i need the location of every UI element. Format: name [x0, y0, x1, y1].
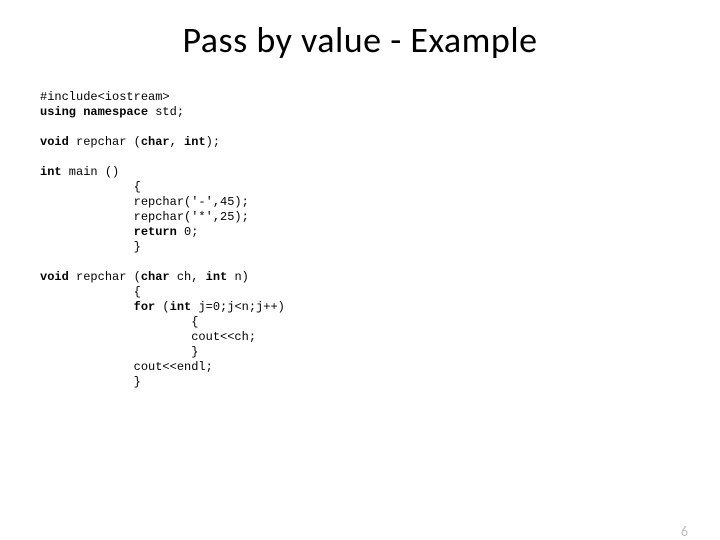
code-block: #include<iostream> using namespace std; …: [40, 90, 720, 390]
kw-using: using namespace: [40, 105, 148, 119]
code-line: cout<<endl;: [40, 360, 213, 374]
kw-void: void: [40, 270, 69, 284]
code-text: );: [206, 135, 220, 149]
kw-int: int: [206, 270, 228, 284]
kw-void: void: [40, 135, 69, 149]
code-text: main (): [62, 165, 120, 179]
code-line: }: [40, 345, 198, 359]
code-line: repchar('*',25);: [40, 210, 249, 224]
code-line: }: [40, 375, 141, 389]
code-line: {: [40, 180, 141, 194]
code-indent: [40, 225, 134, 239]
code-line: cout<<ch;: [40, 330, 256, 344]
kw-char: char: [141, 135, 170, 149]
kw-for: for: [134, 300, 156, 314]
code-text: repchar (: [69, 270, 141, 284]
code-text: ch,: [170, 270, 206, 284]
code-line: {: [40, 285, 141, 299]
code-text: (: [155, 300, 169, 314]
code-line: #include<iostream>: [40, 90, 170, 104]
code-text: ,: [170, 135, 184, 149]
kw-int: int: [184, 135, 206, 149]
kw-int: int: [40, 165, 62, 179]
code-line: }: [40, 240, 141, 254]
code-text: j=0;j<n;j++): [191, 300, 285, 314]
code-line: {: [40, 315, 198, 329]
kw-int: int: [170, 300, 192, 314]
slide-title: Pass by value - Example: [0, 18, 720, 62]
code-indent: [40, 300, 134, 314]
code-text: n): [227, 270, 249, 284]
code-text: repchar (: [69, 135, 141, 149]
code-text: 0;: [177, 225, 199, 239]
page-number: 6: [681, 523, 688, 540]
code-line: repchar('-',45);: [40, 195, 249, 209]
code-text: std;: [148, 105, 184, 119]
kw-char: char: [141, 270, 170, 284]
kw-return: return: [134, 225, 177, 239]
